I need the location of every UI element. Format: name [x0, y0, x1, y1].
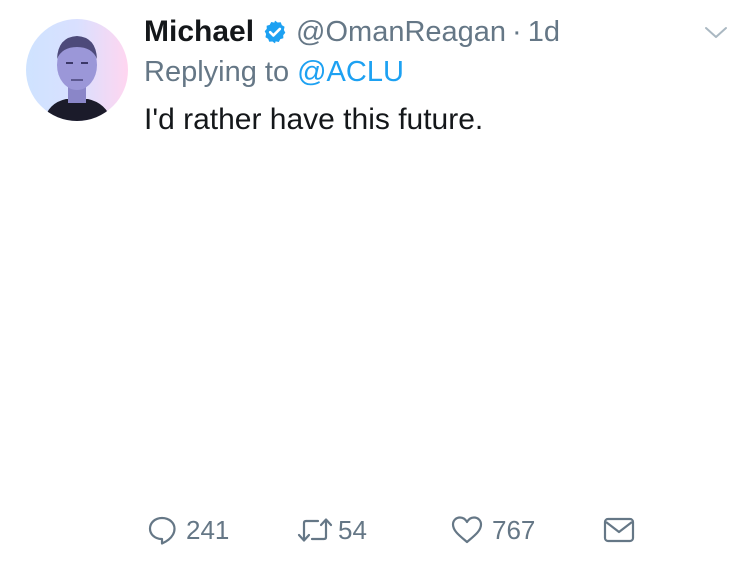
tweet-card: Michael @OmanReagan · 1d Replying to @AC… [0, 0, 750, 563]
retweet-count: 54 [338, 514, 367, 545]
reply-count: 241 [186, 514, 230, 545]
avatar[interactable] [26, 19, 128, 121]
retweet-button[interactable]: 54 [296, 508, 367, 552]
reply-mention-link[interactable]: @ACLU [297, 56, 404, 89]
reply-button[interactable]: 241 [146, 508, 229, 552]
timestamp[interactable]: 1d [528, 16, 560, 49]
like-count: 767 [492, 514, 536, 545]
like-button[interactable]: 767 [450, 508, 535, 552]
chevron-down-icon[interactable] [702, 22, 730, 42]
action-bar: 241 54 767 [0, 508, 750, 552]
replying-to-line: Replying to @ACLU [144, 54, 404, 90]
verified-badge-icon [262, 19, 288, 45]
replying-to-label: Replying to [144, 55, 290, 88]
reply-icon [146, 514, 178, 546]
retweet-icon [296, 514, 334, 546]
avatar-photo [44, 36, 112, 121]
heart-icon [450, 514, 484, 546]
user-handle[interactable]: @OmanReagan [296, 16, 506, 49]
separator-dot: · [512, 15, 522, 48]
display-name[interactable]: Michael [144, 15, 254, 49]
envelope-icon [602, 514, 636, 546]
direct-message-button[interactable] [602, 508, 636, 552]
tweet-text: I'd rather have this future. [144, 103, 484, 136]
tweet-header: Michael @OmanReagan · 1d [144, 12, 560, 52]
